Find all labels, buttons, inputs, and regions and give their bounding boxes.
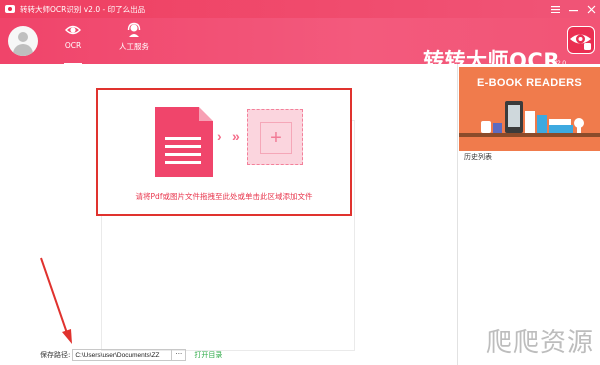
side-panel: E-BOOK READERS 历史列表 <box>459 64 600 365</box>
ad-banner[interactable]: E-BOOK READERS <box>459 67 600 151</box>
history-list-label: 历史列表 <box>464 153 492 161</box>
ebook-illustration <box>481 101 584 133</box>
watermark: 爬爬资源 <box>485 328 594 358</box>
save-path-label: 保存路径: <box>40 351 71 359</box>
open-directory-link[interactable]: 打开目录 <box>194 350 222 360</box>
save-path-row: 保存路径: C:\Users\user\Documents\ZZ ··· 打开目… <box>40 349 222 361</box>
browse-button[interactable]: ··· <box>172 349 187 361</box>
save-path-input[interactable]: C:\Users\user\Documents\ZZ <box>72 349 173 361</box>
